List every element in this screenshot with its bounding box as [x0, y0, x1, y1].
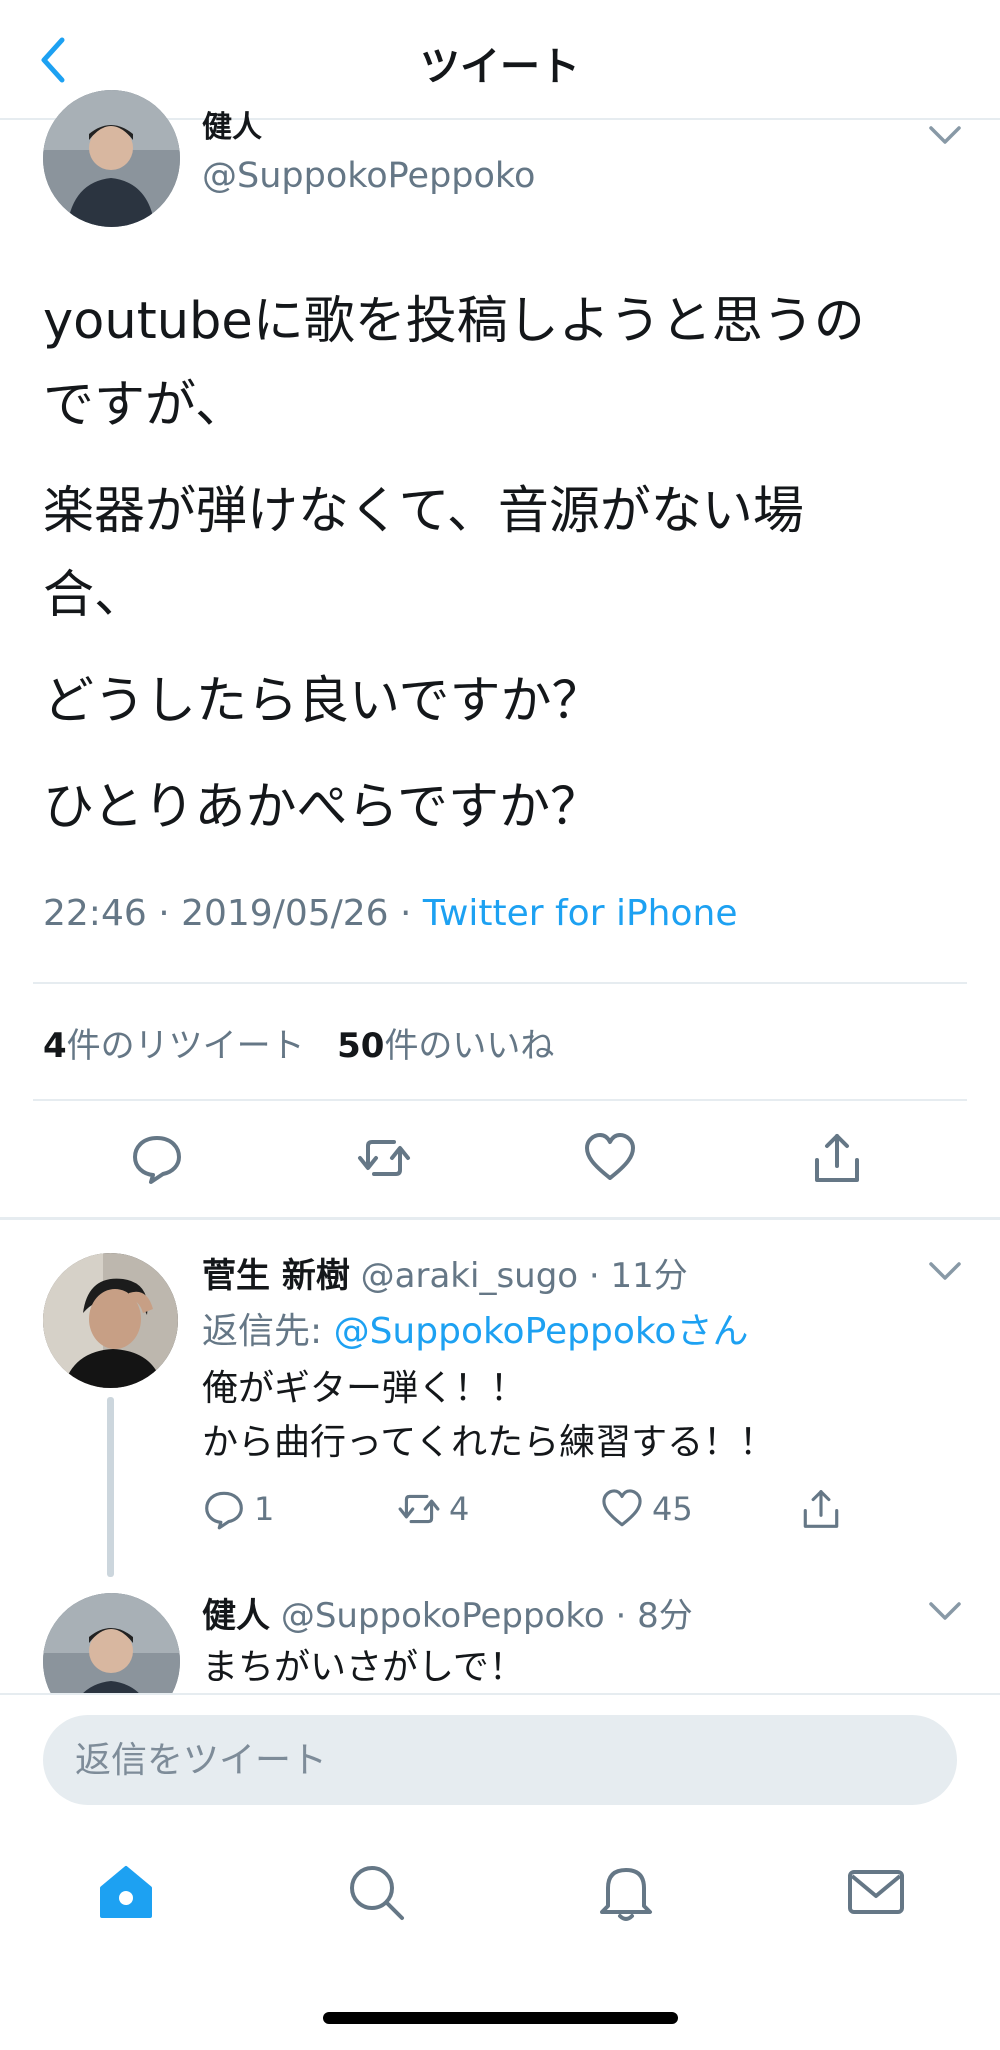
thread-connector-line — [107, 1397, 114, 1577]
reply-author-avatar[interactable] — [43, 1253, 178, 1388]
chevron-down-icon[interactable] — [928, 1260, 962, 1282]
retweet-icon[interactable] — [356, 1130, 412, 1186]
divider — [33, 982, 967, 984]
reply-line: 俺がギター弾く！！ — [202, 1368, 527, 1409]
tweet-line: どうしたら良いですか？ — [43, 672, 603, 731]
reply-handle-time[interactable]: @araki_sugo · 11分 — [361, 1256, 688, 1296]
tweet-source-link[interactable]: Twitter for iPhone — [423, 893, 738, 934]
reply-like-button[interactable]: 45 — [600, 1487, 693, 1531]
notifications-bell-icon[interactable] — [594, 1860, 658, 1924]
tweet-meta: 22:46 · 2019/05/26 · Twitter for iPhone — [43, 893, 737, 934]
reply2-author-name[interactable]: 健人 — [202, 1596, 270, 1636]
reply-body: 俺がギター弾く！！ から曲行ってくれたら練習する！！ — [202, 1362, 962, 1470]
tweet-stats: 4件のリツイート 50件のいいね — [43, 1018, 554, 1067]
tweet-paragraph: ひとりあかぺらですか？ — [43, 766, 963, 850]
page-title: ツイート — [420, 44, 580, 90]
tweet-line: youtubeに歌を投稿しようと思うの — [43, 292, 865, 351]
retweet-icon — [398, 1494, 440, 1524]
home-indicator[interactable] — [323, 2012, 678, 2024]
reply-line: から曲行ってくれたら練習する！！ — [202, 1422, 776, 1463]
tweet-paragraph: youtubeに歌を投稿しようと思うの ですが、 — [43, 280, 963, 448]
reply-compose-input[interactable] — [43, 1715, 957, 1805]
tweet-line: ひとりあかぺらですか？ — [43, 778, 601, 837]
reply2-header: 健人 @SuppokoPeppoko · 8分 — [202, 1588, 693, 1637]
author-handle[interactable]: @SuppokoPeppoko — [202, 156, 535, 196]
tweet-line: 楽器が弾けなくて、音源がない場 — [43, 482, 804, 541]
reply-icon[interactable] — [129, 1130, 185, 1186]
reply-icon — [205, 1491, 243, 1530]
reply-header: 菅生 新樹 @araki_sugo · 11分 — [202, 1248, 688, 1297]
reply-author-name[interactable]: 菅生 新樹 — [202, 1256, 350, 1296]
retweet-count: 4 — [449, 1490, 470, 1528]
chevron-down-icon[interactable] — [928, 1600, 962, 1622]
author-avatar[interactable] — [43, 90, 180, 227]
heart-icon — [602, 1489, 642, 1527]
divider — [33, 1099, 967, 1101]
reply2-body: まちがいさがしで！ — [202, 1647, 525, 1688]
tweet-line: ですが、 — [43, 376, 246, 435]
share-icon — [803, 1490, 839, 1528]
tweet-paragraph: どうしたら良いですか？ — [43, 660, 963, 744]
reply-retweet-button[interactable]: 4 — [397, 1487, 469, 1531]
search-icon[interactable] — [344, 1860, 408, 1924]
like-count[interactable]: 50 — [337, 1026, 384, 1066]
reply-to: 返信先: @SuppokoPeppokoさん — [202, 1302, 748, 1354]
reply-count: 1 — [254, 1490, 275, 1528]
tweet-paragraph: 楽器が弾けなくて、音源がない場 合、 — [43, 470, 963, 638]
like-count: 45 — [652, 1490, 693, 1528]
retweet-count-label[interactable]: 件のリツイート — [67, 1026, 305, 1066]
messages-envelope-icon[interactable] — [844, 1860, 908, 1924]
section-divider — [0, 1217, 1000, 1220]
author-name[interactable]: 健人 — [202, 110, 262, 146]
heart-icon[interactable] — [582, 1130, 638, 1186]
retweet-count[interactable]: 4 — [43, 1026, 67, 1066]
share-icon[interactable] — [809, 1130, 865, 1186]
like-count-label[interactable]: 件のいいね — [384, 1026, 554, 1066]
reply-to-label: 返信先: — [202, 1311, 334, 1352]
chevron-down-icon[interactable] — [928, 124, 962, 146]
reply-share-button[interactable] — [799, 1487, 851, 1531]
reply2-handle-time[interactable]: @SuppokoPeppoko · 8分 — [281, 1596, 693, 1636]
home-icon[interactable] — [94, 1860, 158, 1924]
reply-to-handle[interactable]: @SuppokoPeppokoさん — [334, 1311, 749, 1352]
reply-reply-button[interactable]: 1 — [202, 1487, 274, 1531]
tweet-timestamp: 22:46 · 2019/05/26 · — [43, 893, 423, 934]
tweet-line: 合、 — [43, 566, 146, 625]
tweet-body: youtubeに歌を投稿しようと思うの ですが、 楽器が弾けなくて、音源がない場… — [43, 280, 963, 872]
